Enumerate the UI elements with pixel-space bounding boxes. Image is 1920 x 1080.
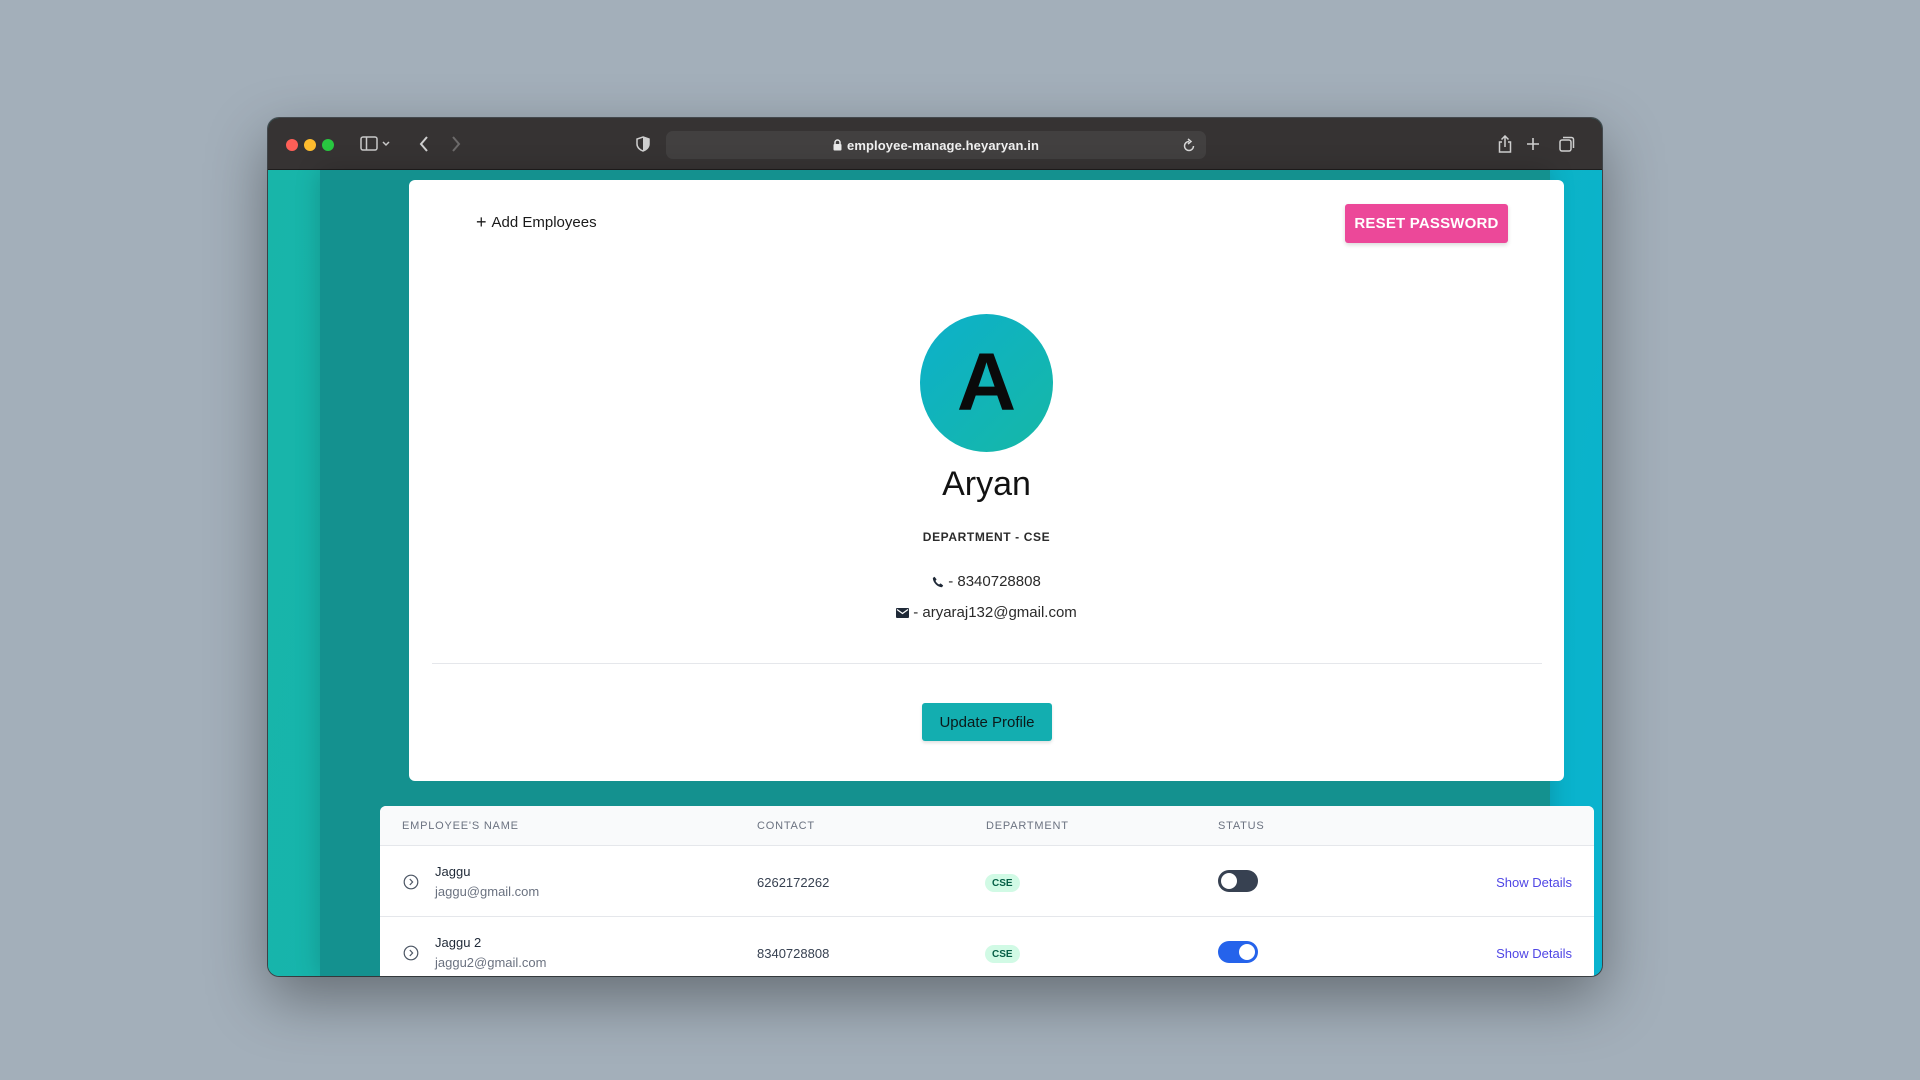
employee-name: Jaggu bbox=[435, 864, 471, 879]
plus-icon[interactable] bbox=[1524, 132, 1542, 156]
profile-email: - aryaraj132@gmail.com bbox=[409, 604, 1564, 621]
reload-icon[interactable] bbox=[1182, 137, 1196, 156]
header-department: DEPARTMENT bbox=[986, 820, 1069, 832]
employees-table: EMPLOYEE'S NAME CONTACT DEPARTMENT STATU… bbox=[380, 806, 1594, 976]
employee-name: Jaggu 2 bbox=[435, 935, 482, 950]
tab-overview-icon[interactable] bbox=[1558, 132, 1576, 156]
table-row: Jaggu jaggu@gmail.com 6262172262 CSE Sho… bbox=[380, 846, 1594, 917]
reset-password-button[interactable]: RESET PASSWORD bbox=[1345, 204, 1508, 243]
table-header: EMPLOYEE'S NAME CONTACT DEPARTMENT STATU… bbox=[380, 806, 1594, 846]
header-status: STATUS bbox=[1218, 820, 1265, 832]
mail-icon bbox=[896, 607, 910, 618]
privacy-shield-icon[interactable] bbox=[634, 132, 652, 156]
url-text: employee-manage.heyaryan.in bbox=[847, 137, 1039, 153]
update-profile-button[interactable]: Update Profile bbox=[922, 703, 1052, 741]
toggle-knob bbox=[1239, 944, 1255, 960]
dashboard-panel: + Add Employees RESET PASSWORD A Aryan D… bbox=[320, 170, 1594, 976]
department-badge: CSE bbox=[985, 945, 1020, 963]
expand-row-icon[interactable] bbox=[403, 945, 419, 961]
show-details-link[interactable]: Show Details bbox=[1496, 875, 1572, 890]
lock-icon bbox=[833, 139, 842, 151]
email-address: - aryaraj132@gmail.com bbox=[913, 604, 1077, 621]
employee-contact: 6262172262 bbox=[757, 875, 830, 890]
status-toggle[interactable] bbox=[1218, 870, 1258, 892]
profile-phone: - 8340728808 bbox=[409, 573, 1564, 590]
zoom-window-button[interactable] bbox=[322, 139, 334, 151]
divider bbox=[432, 663, 1542, 664]
show-details-link[interactable]: Show Details bbox=[1496, 946, 1572, 961]
profile-name: Aryan bbox=[942, 465, 1031, 503]
employee-email: jaggu2@gmail.com bbox=[435, 955, 547, 970]
plus-icon: + bbox=[476, 212, 487, 232]
add-employees-button[interactable]: + Add Employees bbox=[476, 213, 597, 231]
sidebar-toggle-icon[interactable] bbox=[358, 132, 392, 156]
employee-email: jaggu@gmail.com bbox=[435, 884, 540, 899]
browser-toolbar: employee-manage.heyaryan.in bbox=[268, 118, 1602, 170]
page-content: + Add Employees RESET PASSWORD A Aryan D… bbox=[268, 170, 1602, 976]
minimize-window-button[interactable] bbox=[304, 139, 316, 151]
share-icon[interactable] bbox=[1496, 132, 1514, 156]
profile-card: + Add Employees RESET PASSWORD A Aryan D… bbox=[409, 180, 1564, 781]
address-bar[interactable]: employee-manage.heyaryan.in bbox=[666, 131, 1206, 159]
close-window-button[interactable] bbox=[286, 139, 298, 151]
add-employees-label: Add Employees bbox=[491, 213, 597, 231]
chevron-left-icon[interactable] bbox=[416, 132, 432, 156]
browser-window: employee-manage.heyaryan.in + Add Employ… bbox=[268, 118, 1602, 976]
avatar: A bbox=[920, 314, 1053, 452]
expand-row-icon[interactable] bbox=[403, 874, 419, 890]
chevron-right-icon[interactable] bbox=[448, 132, 464, 156]
table-row: Jaggu 2 jaggu2@gmail.com 8340728808 CSE … bbox=[380, 917, 1594, 976]
header-employee-name: EMPLOYEE'S NAME bbox=[402, 820, 519, 832]
phone-icon bbox=[932, 576, 944, 588]
toggle-knob bbox=[1221, 873, 1237, 889]
status-toggle[interactable] bbox=[1218, 941, 1258, 963]
profile-department: DEPARTMENT - CSE bbox=[922, 530, 1051, 544]
phone-number: - 8340728808 bbox=[948, 573, 1041, 590]
employee-contact: 8340728808 bbox=[757, 946, 830, 961]
header-contact: CONTACT bbox=[757, 820, 815, 832]
department-badge: CSE bbox=[985, 874, 1020, 892]
